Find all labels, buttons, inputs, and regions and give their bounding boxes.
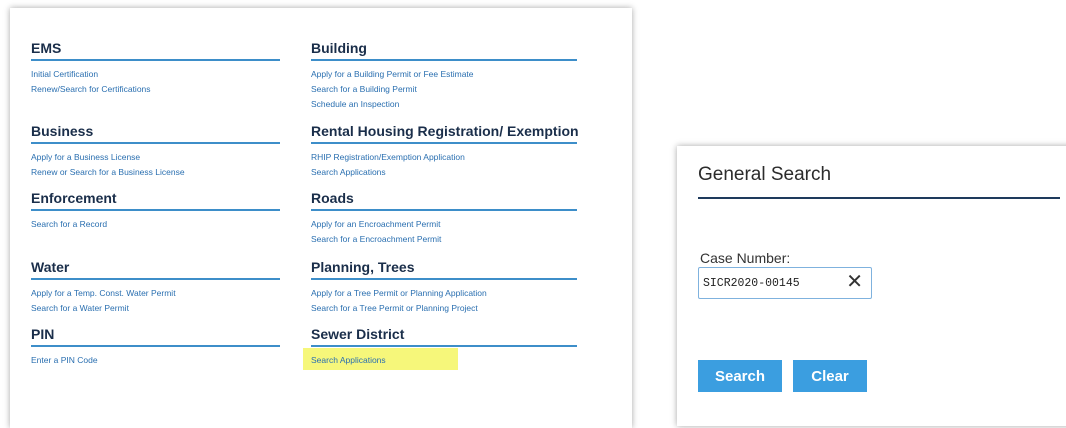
section-title-sewer-district: Sewer District xyxy=(311,326,577,347)
section-title-rental-housing: Rental Housing Registration/ Exemption xyxy=(311,123,579,144)
link-apply-water-permit[interactable]: Apply for a Temp. Const. Water Permit xyxy=(31,286,280,301)
section-building: Building Apply for a Building Permit or … xyxy=(311,40,577,112)
link-rhip-registration[interactable]: RHIP Registration/Exemption Application xyxy=(311,150,577,165)
section-title-business: Business xyxy=(31,123,280,144)
section-business: Business Apply for a Business License Re… xyxy=(31,123,280,180)
link-schedule-inspection[interactable]: Schedule an Inspection xyxy=(311,97,577,112)
case-number-field: ✕ xyxy=(698,267,872,299)
title-divider xyxy=(698,197,1060,199)
link-sewer-search-applications[interactable]: Search Applications xyxy=(311,353,577,368)
section-title-water: Water xyxy=(31,259,280,280)
section-sewer-district: Sewer District Search Applications xyxy=(311,326,577,368)
link-apply-tree-permit[interactable]: Apply for a Tree Permit or Planning Appl… xyxy=(311,286,577,301)
search-button[interactable]: Search xyxy=(698,360,782,392)
link-search-encroachment-permit[interactable]: Search for a Encroachment Permit xyxy=(311,232,577,247)
section-title-pin: PIN xyxy=(31,326,280,347)
section-ems: EMS Initial Certification Renew/Search f… xyxy=(31,40,280,97)
general-search-panel: General Search Case Number: ✕ Search Cle… xyxy=(677,146,1066,426)
link-search-record[interactable]: Search for a Record xyxy=(31,217,280,232)
section-rental-housing: Rental Housing Registration/ Exemption R… xyxy=(311,123,579,180)
section-enforcement: Enforcement Search for a Record xyxy=(31,190,280,232)
clear-button[interactable]: Clear xyxy=(793,360,867,392)
section-title-roads: Roads xyxy=(311,190,577,211)
section-planning-trees: Planning, Trees Apply for a Tree Permit … xyxy=(311,259,577,316)
section-title-enforcement: Enforcement xyxy=(31,190,280,211)
link-search-water-permit[interactable]: Search for a Water Permit xyxy=(31,301,280,316)
link-renew-search-certifications[interactable]: Renew/Search for Certifications xyxy=(31,82,280,97)
link-search-building-permit[interactable]: Search for a Building Permit xyxy=(311,82,577,97)
link-apply-building-permit[interactable]: Apply for a Building Permit or Fee Estim… xyxy=(311,67,577,82)
section-title-planning-trees: Planning, Trees xyxy=(311,259,577,280)
section-pin: PIN Enter a PIN Code xyxy=(31,326,280,368)
section-roads: Roads Apply for an Encroachment Permit S… xyxy=(311,190,577,247)
link-renew-search-business-license[interactable]: Renew or Search for a Business License xyxy=(31,165,280,180)
services-panel: EMS Initial Certification Renew/Search f… xyxy=(10,8,632,428)
link-enter-pin-code[interactable]: Enter a PIN Code xyxy=(31,353,280,368)
case-number-input[interactable] xyxy=(703,274,833,292)
section-water: Water Apply for a Temp. Const. Water Per… xyxy=(31,259,280,316)
link-search-tree-permit[interactable]: Search for a Tree Permit or Planning Pro… xyxy=(311,301,577,316)
section-title-ems: EMS xyxy=(31,40,280,61)
clear-input-icon[interactable]: ✕ xyxy=(846,271,863,293)
link-rental-search-applications[interactable]: Search Applications xyxy=(311,165,577,180)
section-title-building: Building xyxy=(311,40,577,61)
link-initial-certification[interactable]: Initial Certification xyxy=(31,67,280,82)
case-number-label: Case Number: xyxy=(700,250,791,266)
link-apply-encroachment-permit[interactable]: Apply for an Encroachment Permit xyxy=(311,217,577,232)
general-search-title: General Search xyxy=(698,164,832,185)
link-apply-business-license[interactable]: Apply for a Business License xyxy=(31,150,280,165)
